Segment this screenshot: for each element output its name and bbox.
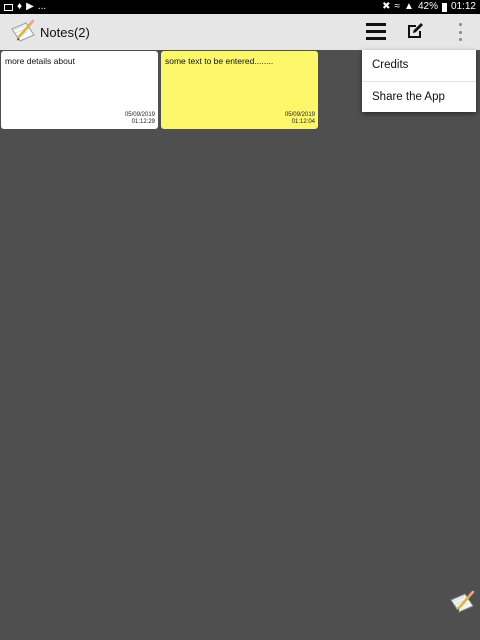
note-time: 01:12:04 [291, 119, 315, 125]
overflow-dot [458, 38, 462, 41]
menu-item-credits[interactable]: Credits [362, 50, 476, 81]
video-notification-icon: ▶ [26, 1, 34, 12]
menu-line [366, 37, 386, 40]
menu-item-share-the-app[interactable]: Share the App [362, 81, 476, 112]
note-card[interactable]: more details about 05/09/2019 01:12:29 [1, 51, 158, 129]
hamburger-icon[interactable] [366, 23, 386, 40]
new-note-icon[interactable] [449, 588, 475, 614]
overflow-dot [458, 30, 462, 34]
twitter-notification-icon: ♦ [17, 1, 23, 12]
notepad-pencil-icon [11, 19, 35, 42]
menu-line [366, 23, 386, 26]
status-time: 01:12 [450, 1, 476, 12]
note-date: 05/09/2019 [284, 112, 315, 118]
overflow-menu: Credits Share the App [362, 50, 476, 112]
signal-icon: ▲ [404, 1, 414, 12]
status-right: ✖ ≈ ▲ 42% 01:12 [382, 0, 476, 14]
menu-line [366, 30, 386, 33]
status-dots: ... [37, 1, 47, 12]
app-title: Notes(2) [40, 25, 90, 40]
overflow-dot [458, 23, 462, 26]
note-timestamp: 05/09/2019 01:12:29 [125, 112, 155, 126]
wifi-icon: ≈ [394, 1, 401, 12]
app-bar: Notes(2) [0, 14, 480, 50]
note-timestamp: 05/09/2019 01:12:04 [285, 112, 315, 126]
more-vert-icon[interactable] [456, 23, 464, 41]
status-bar: ♦ ▶ ... ✖ ≈ ▲ 42% 01:12 [0, 0, 480, 14]
note-text: some text to be entered........ [165, 56, 274, 66]
gallery-notification-icon [4, 3, 13, 11]
note-text: more details about [5, 56, 75, 66]
note-time: 01:12:29 [131, 119, 155, 125]
note-card[interactable]: some text to be entered........ 05/09/20… [161, 51, 318, 129]
edit-icon[interactable] [405, 21, 425, 41]
note-date: 05/09/2019 [124, 112, 155, 118]
battery-percent: 42% [417, 1, 438, 12]
mute-icon: ✖ [382, 1, 391, 12]
status-left: ♦ ▶ ... [4, 0, 46, 14]
battery-icon [441, 2, 447, 12]
